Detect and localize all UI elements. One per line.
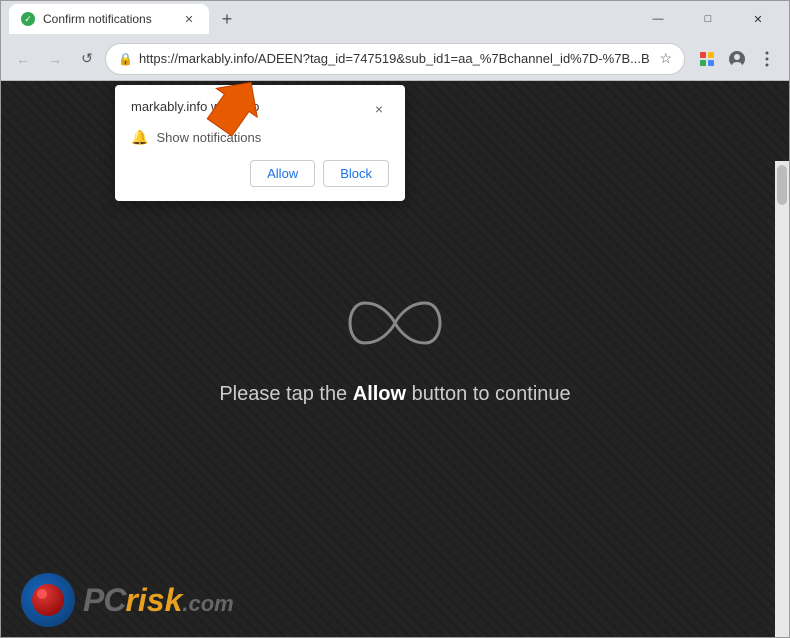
bookmark-icon[interactable]: ☆: [659, 50, 672, 67]
reload-button[interactable]: ↺: [73, 45, 101, 73]
forward-button[interactable]: →: [41, 45, 69, 73]
back-button[interactable]: ←: [9, 45, 37, 73]
block-button[interactable]: Block: [323, 160, 389, 187]
window-controls: — □ ✕: [635, 3, 781, 35]
orange-arrow: [176, 81, 266, 166]
tab-close-button[interactable]: ✕: [181, 11, 197, 27]
url-text: https://markably.info/ADEEN?tag_id=74751…: [139, 51, 653, 66]
title-bar: ✓ Confirm notifications ✕ + — □ ✕: [1, 1, 789, 37]
tab-favicon: ✓: [21, 12, 35, 26]
extensions-icon[interactable]: [693, 45, 721, 73]
lock-icon: 🔒: [118, 52, 133, 66]
address-bar: ← → ↺ 🔒 https://markably.info/ADEEN?tag_…: [1, 37, 789, 81]
new-tab-button[interactable]: +: [213, 5, 241, 33]
browser-window: ✓ Confirm notifications ✕ + — □ ✕ ← → ↺ …: [0, 0, 790, 638]
pcrisk-ball: [32, 584, 64, 616]
infinity-symbol: [335, 293, 455, 353]
popup-close-button[interactable]: ×: [369, 99, 389, 119]
pcrisk-risk: risk: [125, 582, 182, 619]
menu-icon[interactable]: [753, 45, 781, 73]
close-button[interactable]: ✕: [735, 3, 781, 35]
maximize-button[interactable]: □: [685, 3, 731, 35]
content-area: Please tap the Allow button to continue …: [1, 81, 789, 637]
pcrisk-icon: [21, 573, 75, 627]
page-message: Please tap the Allow button to continue: [219, 383, 570, 406]
toolbar-icons: [693, 45, 781, 73]
profile-icon[interactable]: [723, 45, 751, 73]
bell-icon: 🔔: [131, 129, 148, 146]
pcrisk-wordmark: PC risk .com: [83, 582, 234, 619]
url-bar[interactable]: 🔒 https://markably.info/ADEEN?tag_id=747…: [105, 43, 685, 75]
scrollbar-thumb[interactable]: [777, 165, 787, 205]
minimize-button[interactable]: —: [635, 3, 681, 35]
scrollbar[interactable]: [775, 161, 789, 637]
pcrisk-pc: PC: [83, 582, 125, 619]
pcrisk-logo: PC risk .com: [21, 573, 234, 627]
browser-tab[interactable]: ✓ Confirm notifications ✕: [9, 4, 209, 34]
pcrisk-dotcom: .com: [182, 591, 233, 617]
tab-title: Confirm notifications: [43, 12, 152, 26]
